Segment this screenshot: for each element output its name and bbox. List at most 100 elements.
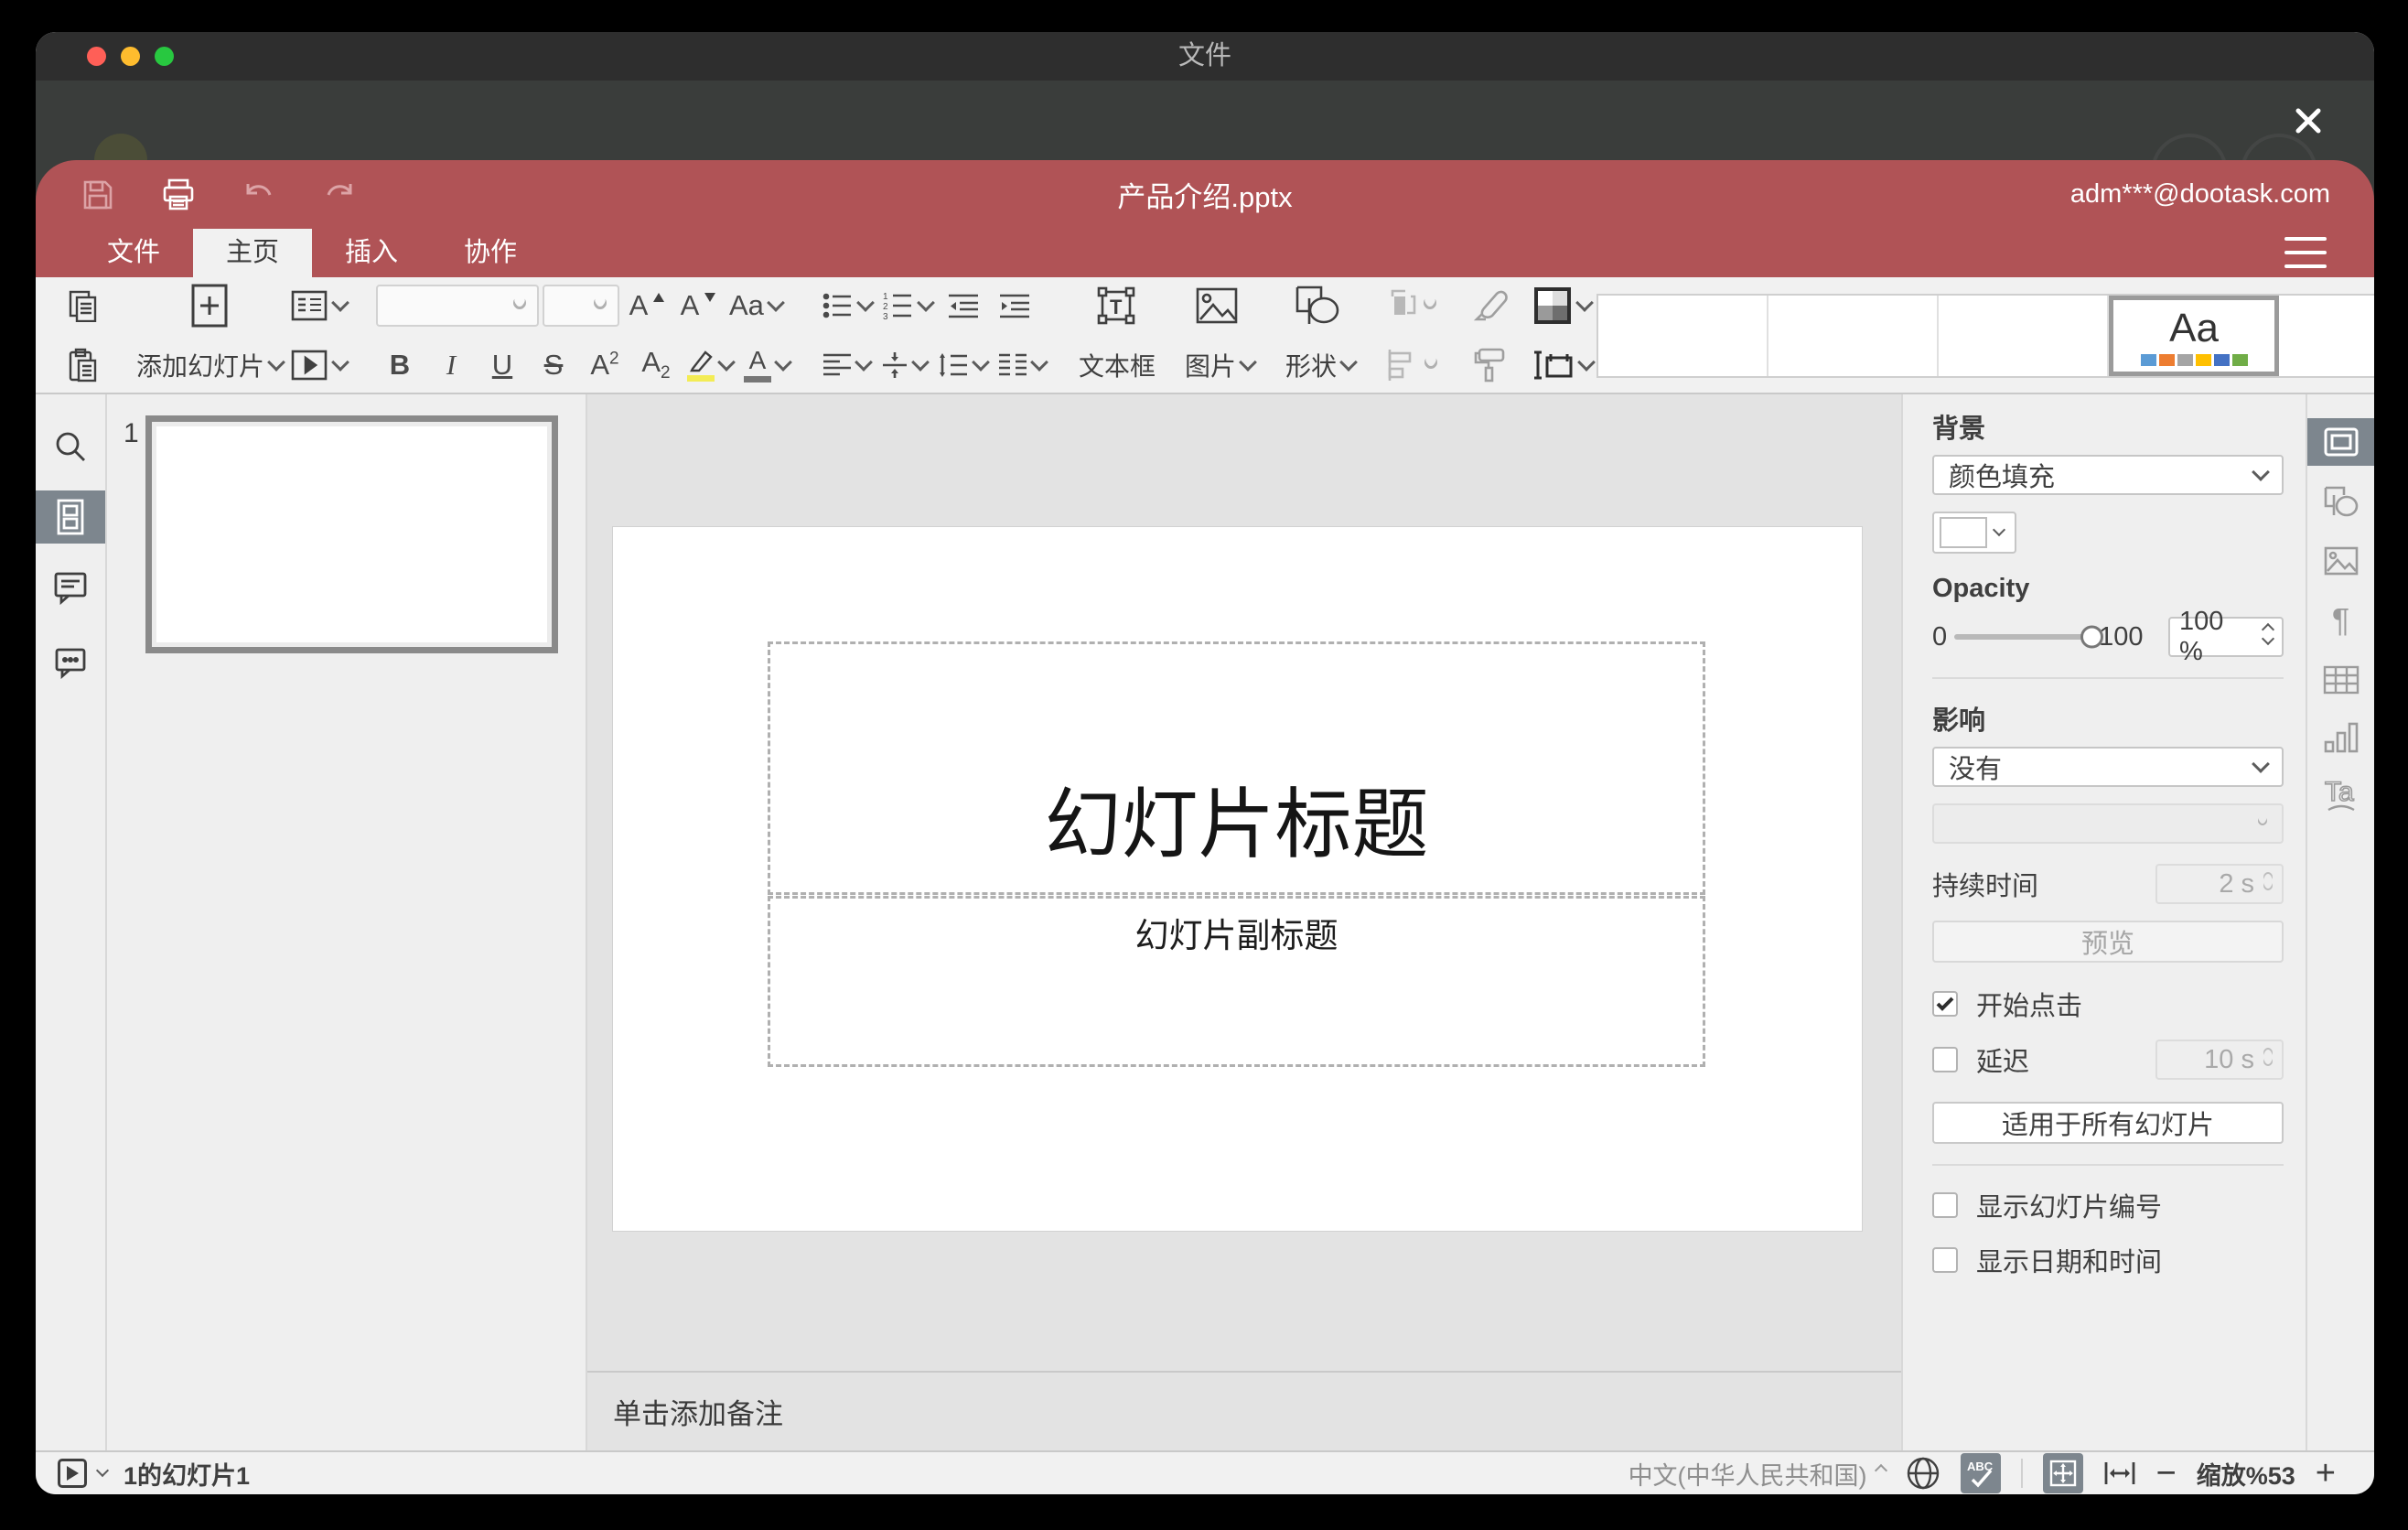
theme-option[interactable] xyxy=(1598,295,1769,376)
set-language-icon[interactable] xyxy=(1906,1456,1940,1491)
spellcheck-icon[interactable]: ABC xyxy=(1960,1453,2001,1493)
increase-font-button[interactable]: A xyxy=(623,283,671,329)
fit-width-icon[interactable] xyxy=(2103,1460,2136,1487)
slide-title-placeholder[interactable]: 幻灯片标题 xyxy=(768,641,1705,895)
increase-indent-button[interactable] xyxy=(991,283,1038,329)
theme-option[interactable] xyxy=(2279,296,2374,376)
start-slideshow-button[interactable] xyxy=(286,342,350,388)
paragraph-settings-icon[interactable]: ¶ xyxy=(2307,597,2374,644)
add-slide-button[interactable]: 添加幻灯片 xyxy=(133,342,286,388)
preview-button[interactable]: 预览 xyxy=(1932,921,2284,963)
numbering-button[interactable]: 123 xyxy=(879,283,936,329)
start-slideshow-status-icon[interactable] xyxy=(58,1459,87,1488)
theme-option[interactable] xyxy=(1768,295,1940,376)
tab-insert[interactable]: 插入 xyxy=(312,229,431,277)
horizontal-align-button[interactable] xyxy=(819,342,874,388)
duration-spinner[interactable]: 2 s xyxy=(2155,864,2284,904)
slide-subtitle-placeholder[interactable]: 幻灯片副标题 xyxy=(768,896,1705,1067)
image-settings-icon[interactable] xyxy=(2307,537,2374,585)
decrease-font-button[interactable]: A xyxy=(674,283,722,329)
arrange-shapes-button[interactable] xyxy=(1378,283,1440,329)
zoom-in-button[interactable]: + xyxy=(2316,1456,2336,1491)
copy-style-icon[interactable] xyxy=(1467,342,1514,388)
insert-shape-icon[interactable] xyxy=(1277,283,1358,329)
insert-image-icon[interactable] xyxy=(1177,283,1257,329)
slides-panel-icon[interactable] xyxy=(36,490,105,544)
change-case-button[interactable]: Aa xyxy=(726,283,786,329)
chart-settings-icon[interactable] xyxy=(2307,714,2374,761)
chat-icon[interactable] xyxy=(36,636,105,689)
slide-thumbnail[interactable] xyxy=(145,415,558,653)
slider-knob[interactable] xyxy=(2080,625,2104,649)
search-icon[interactable] xyxy=(36,420,105,473)
insert-textbox-button[interactable]: 文本框 xyxy=(1075,342,1159,388)
fill-color-picker[interactable] xyxy=(1932,512,2016,554)
opacity-slider[interactable] xyxy=(1954,625,2104,649)
insert-image-button[interactable]: 图片 xyxy=(1179,342,1260,388)
effect-type-select[interactable] xyxy=(1932,803,2284,844)
opacity-spinner[interactable]: 100 % xyxy=(2168,607,2284,666)
duration-label: 持续时间 xyxy=(1932,872,2039,901)
redo-icon[interactable] xyxy=(321,177,358,213)
underline-button[interactable]: U xyxy=(478,342,526,388)
table-settings-icon[interactable] xyxy=(2307,656,2374,704)
chevron-down-icon[interactable] xyxy=(95,1463,110,1478)
notes-input[interactable]: 单击添加备注 xyxy=(587,1371,1901,1450)
columns-button[interactable] xyxy=(994,342,1049,388)
divider xyxy=(2020,1459,2023,1488)
slide-size-button[interactable] xyxy=(1529,342,1596,388)
bold-button[interactable]: B xyxy=(376,342,424,388)
delay-checkbox[interactable] xyxy=(1932,1047,1958,1072)
tab-home[interactable]: 主页 xyxy=(193,229,313,277)
theme-option-selected[interactable]: Aa xyxy=(2109,295,2280,376)
comments-icon[interactable] xyxy=(36,561,105,614)
fill-type-select[interactable]: 颜色填充 xyxy=(1932,455,2284,495)
italic-button[interactable]: I xyxy=(427,342,475,388)
slide[interactable]: 幻灯片标题 幻灯片副标题 xyxy=(613,527,1862,1231)
clear-style-icon[interactable] xyxy=(1467,283,1514,329)
print-icon[interactable] xyxy=(160,177,197,213)
opacity-max: 100 xyxy=(2099,621,2144,652)
delay-spinner[interactable]: 10 s xyxy=(2155,1040,2284,1080)
start-on-click-checkbox[interactable] xyxy=(1932,991,1958,1017)
show-slide-number-checkbox[interactable] xyxy=(1932,1192,1958,1218)
font-name-select[interactable] xyxy=(376,285,539,327)
strikethrough-button[interactable]: S xyxy=(530,342,577,388)
save-icon[interactable] xyxy=(80,177,116,213)
document-title[interactable]: 产品介绍.pptx xyxy=(1117,174,1292,215)
text-art-settings-icon[interactable]: Ta xyxy=(2307,771,2374,819)
line-spacing-button[interactable] xyxy=(934,342,991,388)
theme-option[interactable] xyxy=(1939,295,2110,376)
fit-slide-icon[interactable] xyxy=(2042,1453,2083,1493)
slide-settings-icon[interactable] xyxy=(2307,418,2374,466)
effect-select[interactable]: 没有 xyxy=(1932,747,2284,787)
zoom-out-button[interactable]: − xyxy=(2156,1456,2177,1491)
insert-textbox-icon[interactable]: T xyxy=(1076,283,1156,329)
change-layout-button[interactable] xyxy=(286,283,350,329)
language-select[interactable]: 中文(中华人民共和国) xyxy=(1629,1456,1887,1492)
paste-icon[interactable] xyxy=(59,342,107,388)
insert-shape-button[interactable]: 形状 xyxy=(1280,342,1360,388)
superscript-button[interactable]: A2 xyxy=(581,342,629,388)
show-date-time-checkbox[interactable] xyxy=(1932,1247,1958,1273)
color-scheme-button[interactable] xyxy=(1529,283,1595,329)
apply-to-all-button[interactable]: 适用于所有幻灯片 xyxy=(1932,1102,2284,1144)
subscript-button[interactable]: A2 xyxy=(632,342,680,388)
tab-collaboration[interactable]: 协作 xyxy=(431,229,550,277)
font-color-button[interactable]: A xyxy=(740,342,793,388)
highlight-color-button[interactable] xyxy=(683,342,736,388)
vertical-align-button[interactable] xyxy=(877,342,930,388)
close-icon[interactable] xyxy=(2290,102,2327,139)
font-size-select[interactable] xyxy=(543,285,619,327)
tab-file[interactable]: 文件 xyxy=(74,229,193,277)
add-slide-icon[interactable] xyxy=(185,283,234,329)
insert-group: T 文本框 图片 形状 xyxy=(1075,282,1441,389)
decrease-indent-button[interactable] xyxy=(940,283,987,329)
menu-icon[interactable] xyxy=(2284,237,2327,268)
chevron-down-icon xyxy=(1577,353,1596,372)
bullets-button[interactable] xyxy=(819,283,876,329)
shape-settings-icon[interactable] xyxy=(2307,478,2374,525)
undo-icon[interactable] xyxy=(241,177,277,213)
align-shapes-button[interactable] xyxy=(1381,342,1441,388)
copy-icon[interactable] xyxy=(59,283,107,329)
